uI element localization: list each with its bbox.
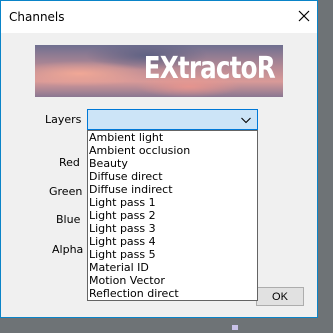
red-label: Red <box>59 156 80 169</box>
dropdown-item-light-pass-1[interactable]: Light pass 1 <box>88 196 257 209</box>
blue-label: Blue <box>56 213 81 226</box>
dropdown-item-diffuse-direct[interactable]: Diffuse direct <box>88 170 257 183</box>
alpha-label: Alpha <box>52 243 84 256</box>
resize-grip[interactable] <box>232 325 238 330</box>
dropdown-item-light-pass-5[interactable]: Light pass 5 <box>88 248 257 261</box>
green-label: Green <box>49 185 83 198</box>
dropdown-item-light-pass-2[interactable]: Light pass 2 <box>88 209 257 222</box>
dropdown-item-diffuse-indirect[interactable]: Diffuse indirect <box>88 183 257 196</box>
dropdown-item-reflection-direct[interactable]: Reflection direct <box>88 287 257 300</box>
dropdown-item-motion-vector[interactable]: Motion Vector <box>88 274 257 287</box>
layers-dropdown-list[interactable]: Ambient light Ambient occlusion Beauty D… <box>87 130 258 301</box>
dropdown-item-ambient-occlusion[interactable]: Ambient occlusion <box>88 144 257 157</box>
extractor-banner: EXtractoR <box>35 45 283 97</box>
dropdown-item-beauty[interactable]: Beauty <box>88 157 257 170</box>
layers-label: Layers <box>45 113 82 126</box>
extractor-logo: EXtractoR <box>143 51 276 86</box>
layers-combobox[interactable] <box>87 109 258 130</box>
chevron-down-icon[interactable] <box>240 114 252 126</box>
dropdown-item-material-id[interactable]: Material ID <box>88 261 257 274</box>
title-bar[interactable]: Channels <box>1 1 317 33</box>
dropdown-item-light-pass-3[interactable]: Light pass 3 <box>88 222 257 235</box>
dropdown-item-light-pass-4[interactable]: Light pass 4 <box>88 235 257 248</box>
close-icon[interactable] <box>297 9 311 23</box>
window-title: Channels <box>9 10 65 24</box>
ok-button[interactable]: OK <box>256 287 304 306</box>
channels-dialog: Channels EXtractoR Layers Red Green Blue… <box>0 0 318 318</box>
dropdown-item-ambient-light[interactable]: Ambient light <box>88 131 257 144</box>
